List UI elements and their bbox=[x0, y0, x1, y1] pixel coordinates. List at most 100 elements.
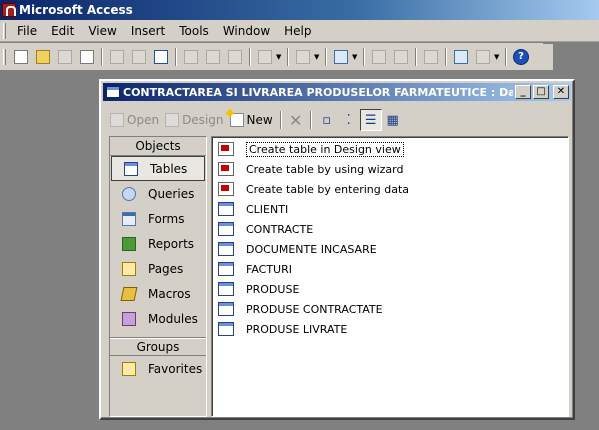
table-icon bbox=[218, 282, 234, 296]
menu-edit[interactable]: Edit bbox=[44, 22, 81, 40]
table-icon bbox=[218, 242, 234, 256]
toolbar-separator bbox=[505, 47, 507, 66]
help-icon[interactable]: ? bbox=[510, 46, 532, 68]
properties-icon[interactable] bbox=[390, 46, 412, 68]
undo-icon[interactable] bbox=[254, 46, 276, 68]
toolbar-grip[interactable] bbox=[3, 48, 6, 65]
list-item-label: DOCUMENTE INCASARE bbox=[246, 242, 377, 256]
print-icon[interactable] bbox=[106, 46, 128, 68]
list-item[interactable]: Create table by using wizard bbox=[218, 160, 403, 178]
object-macros[interactable]: Macros bbox=[110, 281, 206, 306]
app-title: Microsoft Access bbox=[19, 3, 133, 17]
database-window: CONTRACTAREA SI LIVRAREA PRODUSELOR FARM… bbox=[99, 79, 575, 420]
list-item-label: CONTRACTE bbox=[246, 222, 314, 236]
delete-icon[interactable]: ✕ bbox=[286, 111, 306, 130]
datasheet-shortcut-icon bbox=[218, 182, 234, 196]
design-button[interactable]: Design bbox=[162, 109, 226, 131]
menu-tools[interactable]: Tools bbox=[172, 22, 216, 40]
new-button[interactable]: New bbox=[227, 109, 276, 131]
queries-icon bbox=[122, 186, 136, 201]
maximize-button[interactable]: □ bbox=[533, 85, 549, 99]
db-toolbar-separator bbox=[309, 111, 312, 129]
toolbar-separator bbox=[287, 47, 289, 66]
copy-icon[interactable] bbox=[202, 46, 224, 68]
menubar-grip[interactable] bbox=[3, 22, 6, 39]
relationships-icon[interactable] bbox=[420, 46, 442, 68]
list-item-label: PRODUSE CONTRACTATE bbox=[246, 302, 383, 316]
menu-window[interactable]: Window bbox=[216, 22, 277, 40]
toolbar-separator bbox=[175, 47, 177, 66]
list-item-label: PRODUSE LIVRATE bbox=[246, 322, 348, 336]
design-view-shortcut-icon bbox=[218, 142, 234, 156]
new-icon[interactable] bbox=[10, 46, 32, 68]
small-icons-view-icon[interactable]: ⁚ bbox=[338, 109, 360, 131]
open-icon[interactable] bbox=[32, 46, 54, 68]
analyze-dropdown-icon[interactable]: ▼ bbox=[352, 53, 360, 61]
object-reports[interactable]: Reports bbox=[110, 231, 206, 256]
groups-header[interactable]: Groups bbox=[110, 337, 206, 356]
access-key-icon[interactable] bbox=[2, 3, 16, 17]
list-item[interactable]: PRODUSE CONTRACTATE bbox=[218, 300, 383, 318]
menu-help[interactable]: Help bbox=[277, 22, 318, 40]
large-icons-view-icon[interactable]: ▫ bbox=[316, 109, 338, 131]
object-label: Modules bbox=[148, 311, 198, 326]
code-icon[interactable] bbox=[368, 46, 390, 68]
list-item[interactable]: DOCUMENTE INCASARE bbox=[218, 240, 377, 258]
object-modules[interactable]: Modules bbox=[110, 306, 206, 331]
paste-icon[interactable] bbox=[224, 46, 246, 68]
objects-header[interactable]: Objects bbox=[110, 137, 206, 156]
modules-icon bbox=[122, 311, 136, 326]
open-button[interactable]: Open bbox=[107, 109, 162, 131]
new-object-icon[interactable] bbox=[472, 46, 494, 68]
menu-insert[interactable]: Insert bbox=[124, 22, 172, 40]
list-item[interactable]: PRODUSE bbox=[218, 280, 299, 298]
reports-icon bbox=[122, 236, 136, 251]
menu-file[interactable]: File bbox=[10, 22, 44, 40]
table-icon bbox=[218, 202, 234, 216]
object-pages[interactable]: Pages bbox=[110, 256, 206, 281]
list-item-label: FACTURI bbox=[246, 262, 292, 276]
close-button[interactable]: ✕ bbox=[553, 85, 569, 99]
spelling-icon[interactable] bbox=[150, 46, 172, 68]
design-label: Design bbox=[182, 113, 224, 127]
database-window-title-bar[interactable]: CONTRACTAREA SI LIVRAREA PRODUSELOR FARM… bbox=[103, 83, 571, 101]
group-favorites[interactable]: Favorites bbox=[110, 356, 206, 381]
toolbar-options-icon[interactable] bbox=[543, 43, 554, 71]
group-label: Favorites bbox=[148, 361, 203, 376]
new-object-sparkle-icon bbox=[229, 113, 244, 127]
db-toolbar-separator bbox=[279, 111, 282, 129]
macros-icon bbox=[120, 286, 138, 301]
object-queries[interactable]: Queries bbox=[110, 181, 206, 206]
list-view-icon[interactable]: ☰ bbox=[359, 109, 382, 131]
analyze-icon[interactable] bbox=[330, 46, 352, 68]
details-view-icon[interactable]: ▦ bbox=[382, 109, 404, 131]
list-item[interactable]: FACTURI bbox=[218, 260, 292, 278]
object-tables[interactable]: Tables bbox=[111, 156, 205, 181]
object-forms[interactable]: Forms bbox=[110, 206, 206, 231]
list-item[interactable]: CONTRACTE bbox=[218, 220, 313, 238]
menu-view[interactable]: View bbox=[81, 22, 123, 40]
tables-icon bbox=[124, 161, 138, 176]
file-search-icon[interactable] bbox=[76, 46, 98, 68]
save-icon[interactable] bbox=[54, 46, 76, 68]
new-object-dropdown-icon[interactable]: ▼ bbox=[494, 53, 502, 61]
office-links-dropdown-icon[interactable]: ▼ bbox=[314, 53, 322, 61]
list-item-label: Create table by using wizard bbox=[246, 162, 404, 176]
forms-icon bbox=[122, 211, 136, 226]
list-item[interactable]: PRODUSE LIVRATE bbox=[218, 320, 347, 338]
list-item[interactable]: Create table by entering data bbox=[218, 180, 409, 198]
undo-dropdown-icon[interactable]: ▼ bbox=[276, 53, 284, 61]
list-item-label: Create table in Design view bbox=[246, 141, 404, 157]
object-label: Forms bbox=[148, 211, 185, 226]
office-links-icon[interactable] bbox=[292, 46, 314, 68]
list-item[interactable]: Create table in Design view bbox=[218, 140, 404, 158]
table-window-icon[interactable] bbox=[106, 86, 120, 98]
list-item-label: PRODUSE bbox=[246, 282, 300, 296]
cut-icon[interactable] bbox=[180, 46, 202, 68]
minimize-button[interactable]: _ bbox=[515, 85, 531, 99]
open-label: Open bbox=[127, 113, 160, 127]
print-preview-icon[interactable] bbox=[128, 46, 150, 68]
relationships-diagram-icon[interactable] bbox=[450, 46, 472, 68]
list-item[interactable]: CLIENTI bbox=[218, 200, 288, 218]
new-label: New bbox=[246, 113, 273, 127]
